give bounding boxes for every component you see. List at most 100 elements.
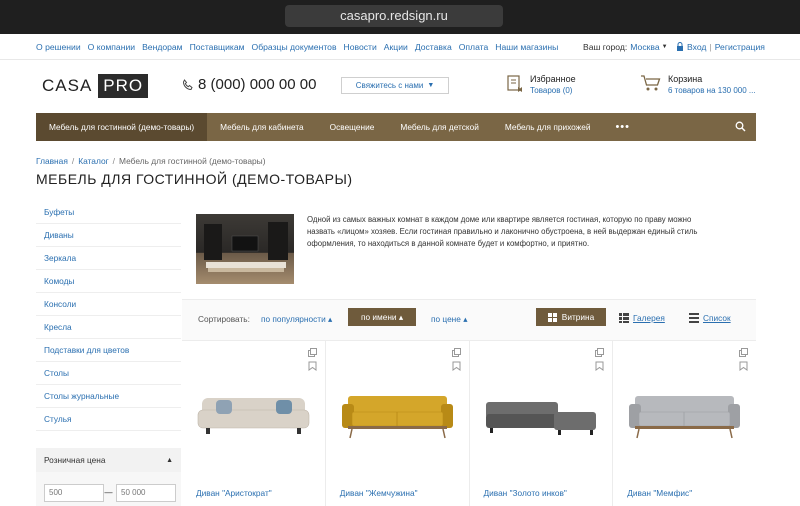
page-title: МЕБЕЛЬ ДЛЯ ГОСТИННОЙ (ДЕМО-ТОВАРЫ) (36, 171, 353, 187)
product-name[interactable]: Диван "Мемфис" (627, 488, 692, 498)
phone-icon (182, 78, 193, 90)
product-grid: Диван "Аристократ" Диван "Жемчужина" Див… (182, 340, 756, 506)
bookmark-icon[interactable] (595, 361, 604, 371)
phone-number: 8 (000) 000 00 00 (198, 76, 317, 93)
sidebar-item[interactable]: Стулья (36, 408, 181, 431)
product-image[interactable] (340, 384, 455, 448)
nav-item[interactable]: Освещение (317, 113, 388, 141)
list-icon (689, 313, 699, 323)
logo[interactable]: CASA PRO (42, 74, 149, 98)
sidebar-item[interactable]: Буфеты (36, 201, 181, 224)
top-links: О решении О компании Вендорам Поставщикам Об… (36, 34, 565, 59)
address-bar[interactable]: casapro.redsign.ru (285, 5, 503, 27)
breadcrumb-item[interactable]: Каталог (78, 156, 108, 166)
compare-icon[interactable] (451, 348, 461, 357)
cart-title: Корзина (668, 74, 703, 84)
sort-price-label: по цене (431, 314, 461, 324)
favorites[interactable]: Избранное Товаров (0) (506, 74, 576, 95)
top-link[interactable]: Вендорам (142, 42, 183, 52)
price-min-input[interactable]: 500 (44, 484, 104, 502)
sidebar-item[interactable]: Кресла (36, 316, 181, 339)
price-filter-body: 500 — 50 000 (36, 472, 181, 506)
sidebar-item[interactable]: Зеркала (36, 247, 181, 270)
chevron-up-icon: ▲ (166, 456, 173, 464)
sidebar-item[interactable]: Комоды (36, 270, 181, 293)
view-showcase-label: Витрина (561, 312, 595, 322)
top-link[interactable]: Оплата (459, 42, 489, 52)
sidebar-item[interactable]: Консоли (36, 293, 181, 316)
contact-button[interactable]: Свяжитесь с нами ▼ (341, 77, 449, 94)
login-link[interactable]: Вход (687, 42, 706, 52)
search-icon[interactable] (735, 121, 746, 134)
top-link[interactable]: Новости (344, 42, 377, 52)
category-description: Одной из самых важных комнат в каждом до… (307, 215, 698, 248)
chevron-down-icon: ▼ (661, 43, 668, 50)
card-actions (307, 348, 317, 371)
nav-item[interactable]: Мебель для детской (387, 113, 491, 141)
top-link[interactable]: О решении (36, 42, 81, 52)
breadcrumb-separator: / (112, 156, 115, 166)
sort-popularity[interactable]: по популярности ▴ (261, 314, 332, 324)
sidebar-item[interactable]: Диваны (36, 224, 181, 247)
card-actions (739, 348, 748, 371)
product-image[interactable] (627, 384, 742, 448)
sidebar-item[interactable]: Столы (36, 362, 181, 385)
cart-summary[interactable]: 6 товаров на 130 000 ... (668, 86, 756, 95)
nav-item[interactable]: Мебель для гостинной (демо-товары) (36, 113, 208, 141)
bookmark-icon[interactable] (452, 361, 461, 371)
nav-more-icon[interactable]: ••• (603, 113, 642, 141)
top-link[interactable]: Акции (384, 42, 408, 52)
card-actions (451, 348, 461, 371)
browser-chrome: casapro.redsign.ru (0, 0, 800, 34)
product-card[interactable]: Диван "Жемчужина" (326, 340, 470, 506)
sidebar-item[interactable]: Подставки для цветов (36, 339, 181, 362)
product-image[interactable] (196, 384, 311, 448)
sort-bar: Сортировать: по популярности ▴ по имени … (182, 299, 756, 341)
top-link[interactable]: Поставщикам (190, 42, 245, 52)
product-card[interactable]: Диван "Аристократ" (182, 340, 326, 506)
nav-item[interactable]: Мебель для прихожей (492, 113, 604, 141)
price-filter-header[interactable]: Розничная цена ▲ (36, 448, 181, 472)
favorites-count[interactable]: Товаров (0) (530, 86, 576, 95)
bookmark-icon[interactable] (308, 361, 317, 371)
price-max-input[interactable]: 50 000 (116, 484, 176, 502)
compare-icon[interactable] (307, 348, 317, 357)
product-name[interactable]: Диван "Аристократ" (196, 488, 272, 498)
compare-icon[interactable] (739, 348, 748, 357)
city-label: Ваш город: (583, 41, 628, 52)
price-filter-title: Розничная цена (44, 455, 106, 465)
nav-item[interactable]: Мебель для кабинета (207, 113, 317, 141)
view-showcase[interactable]: Витрина (536, 308, 606, 326)
register-link[interactable]: Регистрация (715, 42, 765, 52)
view-list[interactable]: Список (689, 313, 731, 323)
lock-icon (677, 42, 683, 51)
card-actions (595, 348, 605, 371)
product-name[interactable]: Диван "Золото инков" (484, 488, 567, 498)
top-link[interactable]: Доставка (415, 42, 452, 52)
auth-links: Вход | Регистрация (676, 34, 765, 59)
product-name[interactable]: Диван "Жемчужина" (340, 488, 418, 498)
logo-casa: CASA (42, 76, 93, 95)
breadcrumb-separator: / (71, 156, 75, 166)
view-gallery-label: Галерея (633, 313, 665, 323)
view-gallery[interactable]: Галерея (619, 313, 665, 323)
bookmark-icon[interactable] (739, 361, 748, 371)
product-image[interactable] (484, 384, 599, 448)
cart[interactable]: Корзина 6 товаров на 130 000 ... (640, 74, 756, 95)
top-link[interactable]: Образцы документов (252, 42, 337, 52)
sort-name[interactable]: по имени ▴ (348, 308, 416, 326)
top-link[interactable]: Наши магазины (495, 42, 558, 52)
cart-icon (641, 75, 661, 91)
product-card[interactable]: Диван "Золото инков" (470, 340, 614, 506)
grid-icon (547, 312, 557, 322)
top-link[interactable]: О компании (88, 42, 135, 52)
city-selector[interactable]: Ваш город: Москва ▼ (583, 34, 668, 59)
main-nav: Мебель для гостинной (демо-товары) Мебель… (36, 113, 756, 141)
breadcrumb-item[interactable]: Главная (36, 156, 68, 166)
compare-icon[interactable] (595, 348, 605, 357)
city-value[interactable]: Москва (630, 42, 659, 52)
sidebar-item[interactable]: Столы журнальные (36, 385, 181, 408)
phone[interactable]: 8 (000) 000 00 00 (182, 76, 316, 93)
product-card[interactable]: Диван "Мемфис" (613, 340, 756, 506)
sort-price[interactable]: по цене ▴ (431, 314, 467, 324)
